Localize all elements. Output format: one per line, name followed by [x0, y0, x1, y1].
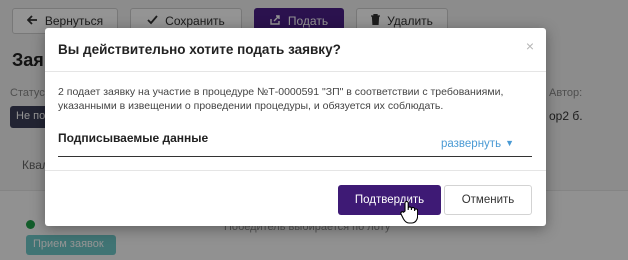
cancel-button[interactable]: Отменить	[444, 185, 532, 215]
dialog-header: Вы действительно хотите подать заявку? ×	[45, 28, 546, 72]
dialog-footer: Подтвердить Отменить	[45, 170, 546, 226]
signed-data-title: Подписываемые данные	[58, 131, 209, 145]
confirm-button[interactable]: Подтвердить	[338, 185, 441, 215]
caret-down-icon: ▼	[505, 138, 514, 148]
dialog-title: Вы действительно хотите подать заявку?	[58, 42, 341, 57]
signed-data-divider	[58, 156, 532, 157]
dialog-body-text: 2 подает заявку на участие в процедуре №…	[58, 86, 504, 112]
expand-link[interactable]: развернуть ▼	[441, 138, 514, 150]
close-icon[interactable]: ×	[526, 39, 534, 53]
hand-pointer-icon	[400, 200, 419, 224]
confirm-dialog: Вы действительно хотите подать заявку? ×…	[45, 28, 546, 226]
expand-link-label: развернуть	[441, 138, 502, 150]
